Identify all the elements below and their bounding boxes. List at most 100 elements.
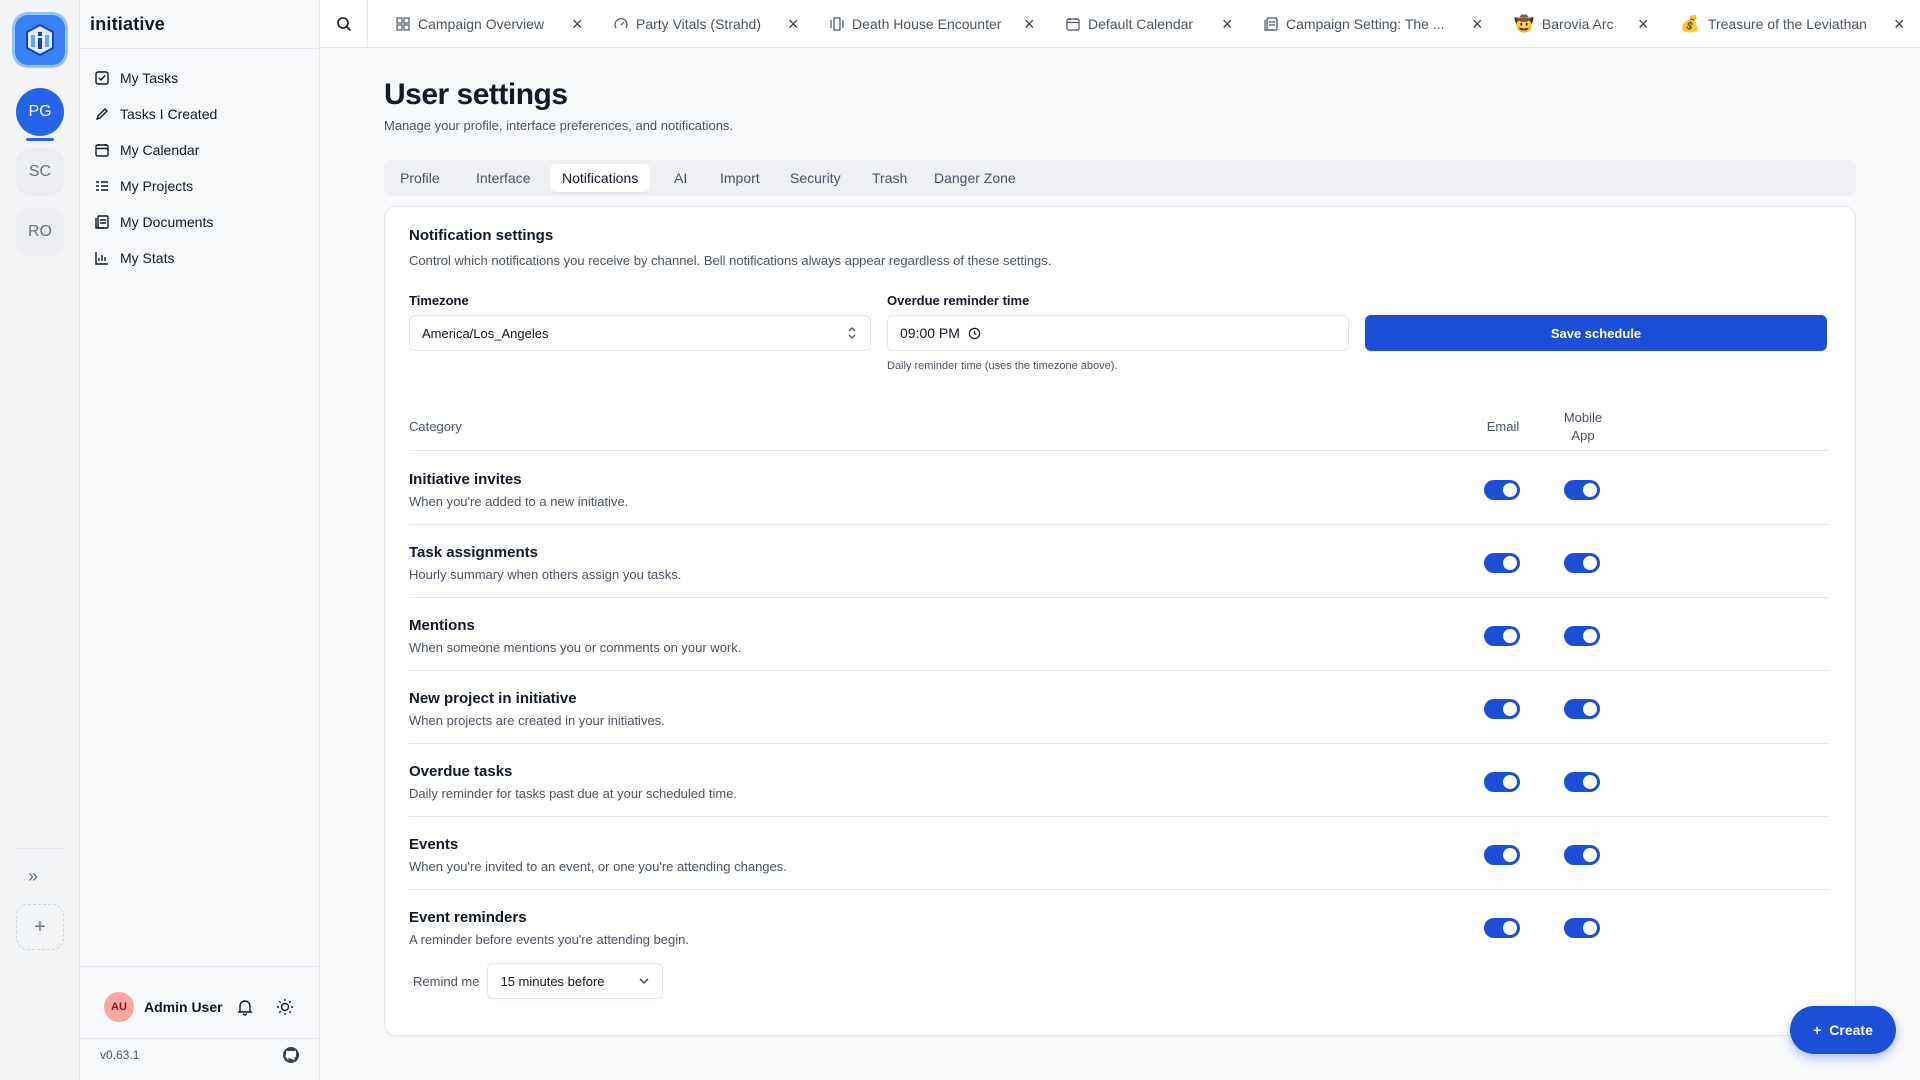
tab-label: Treasure of the Leviathan (1707, 16, 1867, 32)
app-logo[interactable] (12, 12, 68, 68)
app-name: initiative (90, 14, 166, 34)
mobile-toggle[interactable] (1564, 626, 1600, 646)
tab-party-vitals[interactable]: Party Vitals (Strahd) (614, 0, 761, 48)
timezone-value: America/Los_Angeles (422, 325, 549, 341)
plus-icon: + (34, 915, 46, 938)
tab-interface[interactable]: Interface (464, 164, 542, 192)
tab-profile[interactable]: Profile (388, 164, 452, 192)
tab-import[interactable]: Import (708, 164, 772, 192)
tab-ai[interactable]: AI (662, 164, 699, 192)
reminder-time-input[interactable]: 09:00 PM (887, 315, 1349, 351)
close-icon[interactable]: × (1894, 14, 1905, 35)
column-mobile-line2: App (1571, 428, 1595, 443)
tab-death-house-encounter[interactable]: Death House Encounter (830, 0, 1001, 48)
table-row: Overdue tasks Daily reminder for tasks p… (409, 744, 1829, 817)
tab-danger-zone[interactable]: Danger Zone (922, 164, 1028, 192)
mobile-toggle[interactable] (1564, 480, 1600, 500)
email-toggle[interactable] (1484, 480, 1520, 500)
category-title: Events (409, 836, 459, 853)
category-description: Hourly summary when others assign you ta… (409, 567, 682, 582)
tab-security[interactable]: Security (778, 164, 853, 192)
documents-icon (94, 214, 110, 230)
email-toggle[interactable] (1484, 845, 1520, 865)
category-title: Event reminders (409, 909, 527, 926)
tab-campaign-setting[interactable]: Campaign Setting: The ... (1264, 0, 1445, 48)
expand-icon[interactable]: » (28, 866, 38, 887)
category-description: When you're invited to an event, or one … (409, 859, 787, 874)
sidebar-item-my-tasks[interactable]: My Tasks (94, 60, 217, 96)
sidebar-item-label: My Projects (120, 178, 194, 194)
email-toggle[interactable] (1484, 772, 1520, 792)
tab-campaign-overview[interactable]: Campaign Overview (396, 0, 544, 48)
mobile-toggle[interactable] (1564, 699, 1600, 719)
sidebar-item-my-calendar[interactable]: My Calendar (94, 132, 217, 168)
github-icon[interactable] (282, 1046, 300, 1067)
close-icon[interactable]: × (572, 14, 583, 35)
notification-settings-card: Notification settings Control which noti… (384, 206, 1856, 1036)
search-button[interactable] (320, 0, 368, 48)
tab-default-calendar[interactable]: Default Calendar (1066, 0, 1193, 48)
tab-barovia-arc[interactable]: 🤠 Barovia Arc (1514, 0, 1614, 48)
remind-me-value: 15 minutes before (500, 973, 605, 989)
cowboy-emoji-icon: 🤠 (1514, 16, 1534, 33)
sun-icon[interactable] (276, 998, 294, 1019)
sidebar-item-my-stats[interactable]: My Stats (94, 240, 217, 276)
rail-divider (16, 848, 64, 849)
close-icon[interactable]: × (788, 14, 799, 35)
sidebar-item-label: My Documents (120, 214, 214, 230)
tab-label: Default Calendar (1088, 16, 1194, 32)
sidebar-item-label: My Tasks (120, 70, 179, 86)
bell-icon[interactable] (236, 998, 254, 1019)
email-toggle[interactable] (1484, 918, 1520, 938)
workspace-sc[interactable]: SC (16, 148, 64, 196)
search-icon (336, 17, 351, 32)
tab-notifications[interactable]: Notifications (550, 164, 651, 192)
tab-treasure-of-the-leviathan[interactable]: 💰 Treasure of the Leviathan (1680, 0, 1867, 48)
tab-trash[interactable]: Trash (860, 164, 919, 192)
sidebar: initiative My Tasks Tasks I Created My C… (80, 0, 320, 1080)
save-schedule-button[interactable]: Save schedule (1365, 315, 1827, 351)
category-description: Daily reminder for tasks past due at you… (409, 786, 738, 801)
tab-label: Campaign Overview (418, 16, 545, 32)
user-menu[interactable]: AU Admin User (104, 992, 223, 1022)
close-icon[interactable]: × (1024, 14, 1035, 35)
create-button[interactable]: + Create (1790, 1006, 1896, 1054)
column-category: Category (409, 419, 462, 434)
email-toggle[interactable] (1484, 626, 1520, 646)
avatar: AU (104, 992, 134, 1022)
email-toggle[interactable] (1484, 553, 1520, 573)
category-title: Mentions (409, 617, 475, 634)
category-title: Overdue tasks (409, 763, 513, 780)
list-icon (94, 178, 110, 194)
remind-me-select[interactable]: 15 minutes before (487, 963, 664, 999)
clock-icon[interactable] (968, 327, 981, 340)
card-subtitle: Control which notifications you receive … (409, 253, 1052, 268)
mobile-toggle[interactable] (1564, 772, 1600, 792)
mobile-toggle[interactable] (1564, 845, 1600, 865)
sidebar-item-my-projects[interactable]: My Projects (94, 168, 217, 204)
workspace-ro[interactable]: RO (16, 208, 64, 256)
workspace-pg[interactable]: PG (16, 88, 64, 136)
timezone-label: Timezone (409, 293, 469, 308)
category-title: New project in initiative (409, 690, 577, 707)
column-mobile-line1: Mobile (1563, 410, 1603, 425)
category-description: When projects are created in your initia… (409, 713, 665, 728)
mobile-toggle[interactable] (1564, 553, 1600, 573)
close-icon[interactable]: × (1222, 14, 1233, 35)
mobile-toggle[interactable] (1564, 918, 1600, 938)
chevron-up-down-icon (848, 327, 856, 339)
close-icon[interactable]: × (1472, 14, 1483, 35)
email-toggle[interactable] (1484, 699, 1520, 719)
column-mobile-app: Mobile App (1543, 409, 1623, 445)
workspace-initials: PG (28, 103, 52, 120)
create-label: Create (1829, 1022, 1873, 1038)
table-row: Mentions When someone mentions you or co… (409, 598, 1829, 671)
sidebar-nav: My Tasks Tasks I Created My Calendar My … (94, 60, 217, 276)
sidebar-item-my-documents[interactable]: My Documents (94, 204, 217, 240)
close-icon[interactable]: × (1638, 14, 1649, 35)
main-content: User settings Manage your profile, inter… (320, 48, 1920, 1080)
timezone-select[interactable]: America/Los_Angeles (409, 315, 871, 351)
sidebar-item-tasks-i-created[interactable]: Tasks I Created (94, 96, 217, 132)
add-workspace-button[interactable]: + (16, 904, 64, 950)
plus-icon: + (1813, 1022, 1822, 1038)
